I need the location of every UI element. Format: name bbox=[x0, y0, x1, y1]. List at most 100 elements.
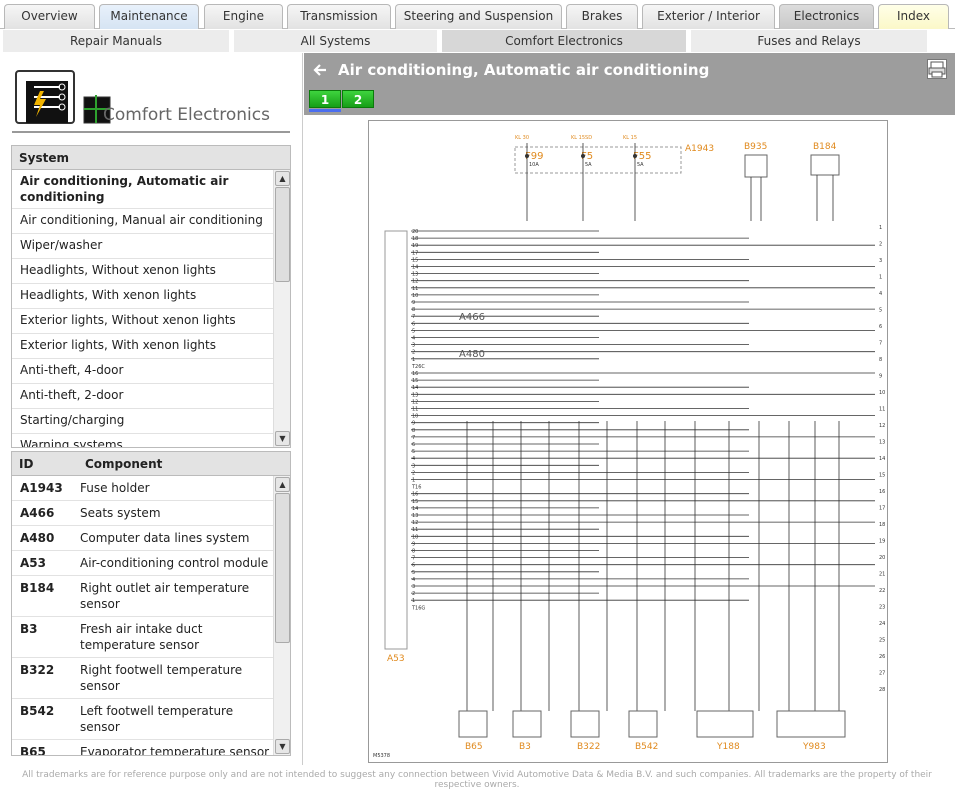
scroll-down-icon[interactable]: ▼ bbox=[275, 431, 290, 446]
print-icon[interactable] bbox=[927, 59, 947, 79]
reference-label: 25 bbox=[879, 638, 885, 644]
pin-label: 11 bbox=[412, 527, 418, 533]
component-box bbox=[570, 710, 600, 738]
system-item[interactable]: Starting/charging bbox=[12, 409, 274, 434]
reference-label: 18 bbox=[879, 522, 885, 528]
component-id: B65 bbox=[20, 745, 46, 755]
pin-label: 3 bbox=[412, 343, 415, 349]
page-2-button[interactable]: 2 bbox=[342, 90, 374, 108]
reference-label: 26 bbox=[879, 654, 885, 660]
pin-label: 5 bbox=[412, 570, 415, 576]
tab-brakes[interactable]: Brakes bbox=[566, 4, 638, 29]
pin-label: 1 bbox=[412, 357, 415, 363]
pin-label: 19 bbox=[412, 243, 418, 249]
component-row[interactable]: B542 Left footwell temperature sensor bbox=[12, 699, 274, 740]
component-box bbox=[776, 710, 846, 738]
component-row[interactable]: A53 Air-conditioning control module bbox=[12, 551, 274, 576]
component-row[interactable]: A466 Seats system bbox=[12, 501, 274, 526]
subsystem-label: A480 bbox=[459, 349, 485, 360]
reference-label: 22 bbox=[879, 588, 885, 594]
pin-label: 16 bbox=[412, 371, 418, 377]
system-item[interactable]: Anti-theft, 4-door bbox=[12, 359, 274, 384]
component-scrollbar[interactable]: ▲ ▼ bbox=[273, 476, 290, 755]
component-label: B542 bbox=[635, 742, 658, 752]
component-box bbox=[458, 710, 488, 738]
pin-label: 7 bbox=[412, 314, 415, 320]
subtab-repair-manuals[interactable]: Repair Manuals bbox=[3, 30, 230, 52]
component-row[interactable]: B322 Right footwell temperature sensor bbox=[12, 658, 274, 699]
component-row[interactable]: B3 Fresh air intake duct temperature sens… bbox=[12, 617, 274, 658]
component-row[interactable]: A480 Computer data lines system bbox=[12, 526, 274, 551]
component-row[interactable]: B184 Right outlet air temperature sensor bbox=[12, 576, 274, 617]
fuse-rating: 5A bbox=[637, 162, 644, 168]
subtab-comfort-electronics[interactable]: Comfort Electronics bbox=[442, 30, 687, 52]
pin-label: 17 bbox=[412, 250, 418, 256]
system-item[interactable]: Headlights, Without xenon lights bbox=[12, 259, 274, 284]
component-name-header: Component bbox=[85, 457, 163, 471]
page-1-button[interactable]: 1 bbox=[309, 90, 341, 108]
system-scrollbar[interactable]: ▲ ▼ bbox=[273, 170, 290, 447]
pin-label: 10 bbox=[412, 414, 418, 420]
reference-label: 9 bbox=[879, 374, 882, 380]
component-id-header: ID bbox=[19, 457, 34, 471]
reference-label: 3 bbox=[879, 258, 882, 264]
pin-label: 7 bbox=[412, 435, 415, 441]
wiring-diagram-canvas: A1943KL 30F9910AKL 15SDF55AKL 15F555AB93… bbox=[373, 135, 885, 759]
reference-label: 8 bbox=[879, 357, 882, 363]
system-list: Air conditioning, Automatic air conditio… bbox=[12, 170, 274, 447]
system-item[interactable]: Wiper/washer bbox=[12, 234, 274, 259]
fuse-node bbox=[581, 154, 585, 158]
system-header: System bbox=[12, 146, 290, 170]
pin-label: 1 bbox=[412, 598, 415, 604]
tab-transmission[interactable]: Transmission bbox=[287, 4, 391, 29]
pin-label: 5 bbox=[412, 449, 415, 455]
system-item[interactable]: Exterior lights, Without xenon lights bbox=[12, 309, 274, 334]
tab-overview[interactable]: Overview bbox=[4, 4, 95, 29]
component-id: B184 bbox=[20, 581, 55, 595]
tab-exterior-interior[interactable]: Exterior / Interior bbox=[642, 4, 775, 29]
fuse-rating: 5A bbox=[585, 162, 592, 168]
tab-maintenance[interactable]: Maintenance bbox=[99, 4, 199, 29]
back-arrow-icon[interactable] bbox=[312, 61, 330, 79]
component-row[interactable]: A1943 Fuse holder bbox=[12, 476, 274, 501]
scroll-up-icon[interactable]: ▲ bbox=[275, 171, 290, 186]
reference-label: 13 bbox=[879, 440, 885, 446]
pin-label: 7 bbox=[412, 556, 415, 562]
reference-label: 20 bbox=[879, 555, 885, 561]
tab-electronics[interactable]: Electronics bbox=[779, 4, 874, 29]
reference-label: 23 bbox=[879, 605, 885, 611]
pin-label: 13 bbox=[412, 392, 418, 398]
system-item[interactable]: Exterior lights, With xenon lights bbox=[12, 334, 274, 359]
reference-label: 28 bbox=[879, 687, 885, 693]
tab-engine[interactable]: Engine bbox=[204, 4, 283, 29]
system-item[interactable]: Air conditioning, Automatic air conditio… bbox=[12, 170, 274, 209]
component-name: Right footwell temperature sensor bbox=[80, 663, 243, 693]
system-item[interactable]: Air conditioning, Manual air conditionin… bbox=[12, 209, 274, 234]
component-id: B542 bbox=[20, 704, 55, 718]
scroll-up-icon[interactable]: ▲ bbox=[275, 477, 290, 492]
component-label: B184 bbox=[813, 142, 837, 152]
subtab-fuses-relays[interactable]: Fuses and Relays bbox=[691, 30, 928, 52]
system-panel: System Air conditioning, Automatic air c… bbox=[11, 145, 291, 448]
pin-label: 6 bbox=[412, 563, 415, 569]
system-item[interactable]: Warning systems bbox=[12, 434, 274, 447]
component-list: A1943 Fuse holder A466 Seats system A480 Comp… bbox=[12, 476, 274, 755]
wiring-diagram[interactable]: A1943 KL 30 F99 10A KL 15SD F5 5A KL 15 F55 5A B93… bbox=[368, 120, 888, 763]
reference-label: 1 bbox=[879, 225, 882, 231]
pin-label: 10 bbox=[412, 293, 418, 299]
system-item[interactable]: Headlights, With xenon lights bbox=[12, 284, 274, 309]
pin-label: 15 bbox=[412, 378, 418, 384]
scroll-thumb[interactable] bbox=[275, 187, 290, 282]
tab-steering-suspension[interactable]: Steering and Suspension bbox=[395, 4, 562, 29]
system-item[interactable]: Anti-theft, 2-door bbox=[12, 384, 274, 409]
module-box bbox=[384, 230, 408, 650]
tab-index[interactable]: Index bbox=[878, 4, 949, 29]
scroll-down-icon[interactable]: ▼ bbox=[275, 739, 290, 754]
component-row[interactable]: B65 Evaporator temperature sensor bbox=[12, 740, 274, 755]
pin-label: 1 bbox=[412, 478, 415, 484]
scroll-thumb[interactable] bbox=[275, 493, 290, 643]
component-label: B322 bbox=[577, 742, 600, 752]
pin-label: 15 bbox=[412, 499, 418, 505]
subtab-all-systems[interactable]: All Systems bbox=[234, 30, 438, 52]
divider bbox=[12, 131, 290, 133]
